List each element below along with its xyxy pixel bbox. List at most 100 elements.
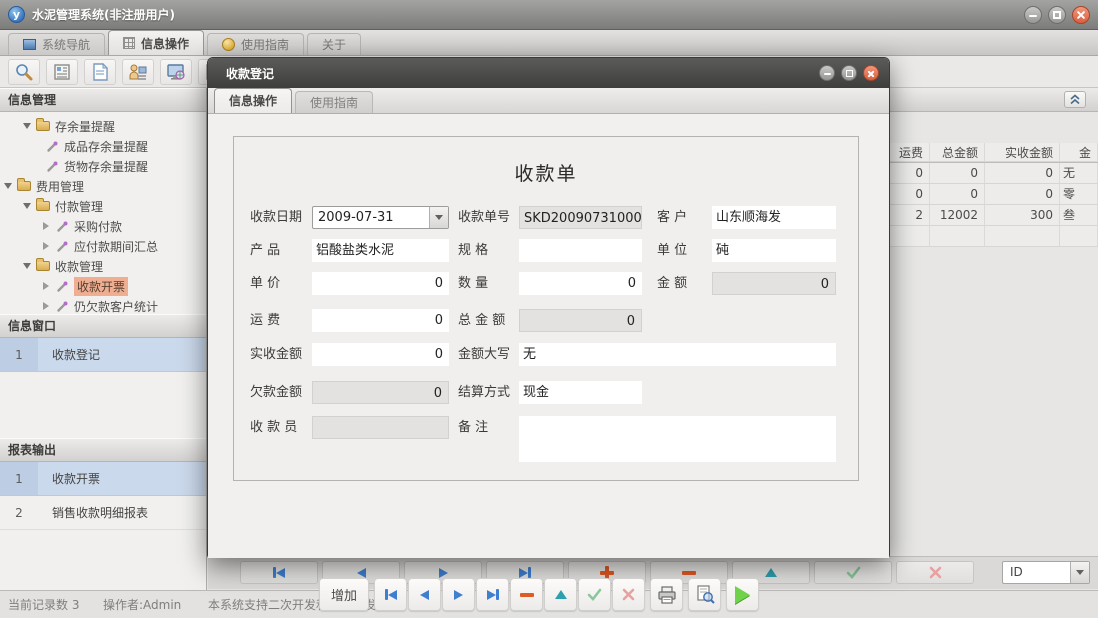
check-icon	[846, 566, 861, 579]
chevron-right-icon[interactable]	[43, 302, 56, 310]
chevron-right-icon[interactable]	[43, 282, 56, 290]
grid-row[interactable]: 0 0 0 0 无	[860, 163, 1098, 184]
document-button[interactable]	[84, 59, 116, 85]
monitor-globe-icon	[166, 62, 186, 82]
receipt-data-grid: 运费 总金额 实收金额 金 0 0 0 0 无 0 0 0 0 零 0 2	[860, 143, 1098, 247]
delete-record-button[interactable]	[510, 578, 543, 611]
tree-item-goods-stock[interactable]: 货物存余量提醒	[0, 156, 206, 176]
tree-item-purchase-payment[interactable]: 采购付款	[0, 216, 206, 236]
cancel-record-button[interactable]	[896, 561, 974, 584]
list-item-receipt-register[interactable]: 1 收款登记	[0, 338, 206, 372]
form-title: 收款单	[234, 159, 858, 186]
quantity-field[interactable]: 0	[519, 272, 642, 295]
tree-item-payment-mgmt[interactable]: 付款管理	[0, 196, 206, 216]
double-chevron-up-icon	[1069, 94, 1081, 105]
remark-textarea[interactable]	[519, 416, 836, 462]
dialog-titlebar[interactable]: 收款登记	[208, 58, 889, 88]
post-record-button[interactable]	[814, 561, 892, 584]
print-preview-button[interactable]	[688, 578, 721, 611]
customer-field[interactable]: 山东顺海发	[712, 206, 836, 229]
grid-header-cell[interactable]: 实收金额	[985, 143, 1060, 162]
date-combobox[interactable]: 2009-07-31	[312, 206, 449, 229]
price-label: 单 价	[250, 272, 280, 295]
tree-item-receipt-invoice[interactable]: 收款开票	[0, 276, 206, 296]
add-button[interactable]: 增加	[319, 578, 369, 611]
receipt-register-dialog: 收款登记 信息操作 使用指南 收款单 收款日期 2009-07-31 收款单号	[207, 57, 890, 558]
chevron-down-icon[interactable]	[23, 123, 36, 129]
amount-label: 金 额	[657, 272, 687, 295]
tree-item-expense-mgmt[interactable]: 费用管理	[0, 176, 206, 196]
settlement-field[interactable]: 现金	[519, 381, 642, 404]
chevron-right-icon[interactable]	[43, 242, 56, 250]
dropdown-button[interactable]	[1070, 562, 1089, 583]
dialog-maximize-button[interactable]	[841, 65, 857, 81]
dialog-tab-info-ops[interactable]: 信息操作	[214, 88, 292, 113]
product-field[interactable]: 铝酸盐类水泥	[312, 239, 449, 262]
print-button[interactable]	[650, 578, 683, 611]
tab-system-nav[interactable]: 系统导航	[8, 33, 105, 55]
edit-record-button[interactable]	[544, 578, 577, 611]
tree-item-product-stock[interactable]: 成品存余量提醒	[0, 136, 206, 156]
chevron-down-icon[interactable]	[4, 183, 17, 189]
tree-item-receipt-mgmt[interactable]: 收款管理	[0, 256, 206, 276]
list-item-sales-receipt-detail-report[interactable]: 2 销售收款明细报表	[0, 496, 206, 530]
nav-next-button[interactable]	[442, 578, 475, 611]
product-label: 产 品	[250, 239, 280, 262]
grid-cell: 0	[930, 163, 985, 184]
tab-about[interactable]: 关于	[307, 33, 361, 55]
minimize-button[interactable]	[1024, 6, 1042, 24]
grid-header-cell[interactable]: 金	[1060, 143, 1098, 162]
nav-first-button[interactable]	[374, 578, 407, 611]
nav-first-button[interactable]	[240, 561, 318, 584]
collapse-panel-button[interactable]	[1064, 91, 1086, 108]
remark-label: 备 注	[458, 416, 488, 439]
tree-item-debt-customer-stats[interactable]: 仍欠款客户统计	[0, 296, 206, 316]
chevron-down-icon[interactable]	[23, 263, 36, 269]
list-item-receipt-invoice-report[interactable]: 1 收款开票	[0, 462, 206, 496]
minus-icon	[682, 571, 696, 575]
spec-field[interactable]	[519, 239, 642, 262]
freight-field[interactable]: 0	[312, 309, 449, 332]
check-icon	[587, 588, 602, 601]
folder-icon	[36, 121, 50, 131]
unit-field[interactable]: 砘	[712, 239, 836, 262]
user-chart-button[interactable]	[122, 59, 154, 85]
tree-item-stock-reminder[interactable]: 存余量提醒	[0, 116, 206, 136]
dialog-close-button[interactable]	[863, 65, 879, 81]
amount-words-field[interactable]: 无	[519, 343, 836, 366]
search-button[interactable]	[8, 59, 40, 85]
maximize-icon	[1053, 11, 1061, 19]
post-record-button[interactable]	[578, 578, 611, 611]
main-tab-bar: 系统导航 信息操作 使用指南 关于	[0, 30, 1098, 56]
chevron-right-icon[interactable]	[43, 222, 56, 230]
tab-user-guide[interactable]: 使用指南	[207, 33, 304, 55]
form-button[interactable]	[46, 59, 78, 85]
monitor-button[interactable]	[160, 59, 192, 85]
folder-icon	[17, 181, 31, 191]
nav-last-button[interactable]	[476, 578, 509, 611]
first-record-icon	[385, 589, 397, 600]
tab-info-ops[interactable]: 信息操作	[108, 30, 204, 55]
grid-cell: 300	[985, 205, 1060, 226]
dialog-tab-user-guide[interactable]: 使用指南	[295, 91, 373, 113]
cancel-record-button[interactable]	[612, 578, 645, 611]
grid-row[interactable]: 0 0 0 0 零	[860, 184, 1098, 205]
settlement-label: 结算方式	[458, 381, 510, 404]
id-field-selector[interactable]: ID	[1002, 561, 1090, 584]
dialog-minimize-button[interactable]	[819, 65, 835, 81]
grid-row[interactable]: 0 2 12002 300 叁	[860, 205, 1098, 226]
dialog-window-controls	[819, 65, 879, 81]
price-field[interactable]: 0	[312, 272, 449, 295]
execute-button[interactable]	[726, 578, 759, 611]
user-chart-icon	[128, 62, 148, 82]
dropdown-button[interactable]	[429, 207, 448, 228]
maximize-button[interactable]	[1048, 6, 1066, 24]
grid-cell: 0	[985, 184, 1060, 205]
received-field[interactable]: 0	[312, 343, 449, 366]
close-button[interactable]	[1072, 6, 1090, 24]
tree-item-payable-summary[interactable]: 应付款期间汇总	[0, 236, 206, 256]
grid-header-cell[interactable]: 总金额	[930, 143, 985, 162]
receipt-form-panel: 收款单 收款日期 2009-07-31 收款单号 SKD200907310001…	[233, 136, 859, 481]
nav-prev-button[interactable]	[408, 578, 441, 611]
chevron-down-icon[interactable]	[23, 203, 36, 209]
